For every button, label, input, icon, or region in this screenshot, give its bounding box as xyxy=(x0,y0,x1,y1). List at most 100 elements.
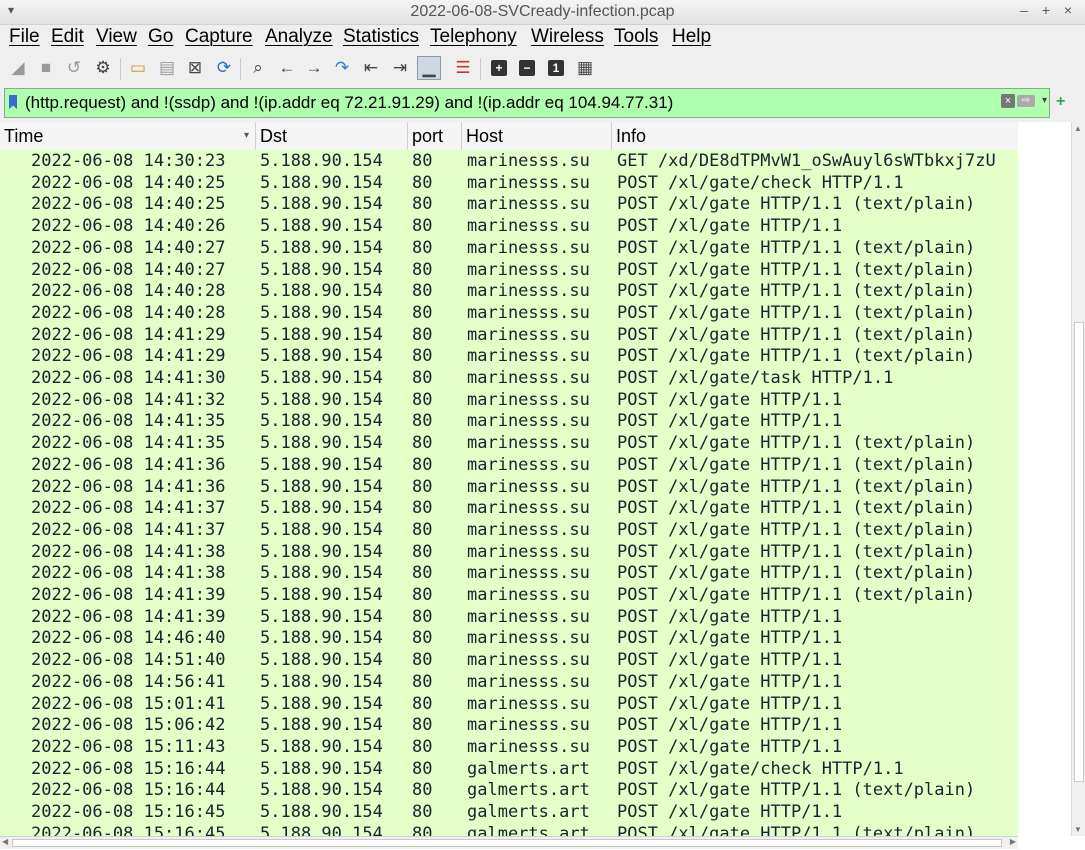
scroll-thumb[interactable] xyxy=(1074,322,1084,782)
maximize-icon[interactable]: + xyxy=(1035,2,1057,18)
display-filter-bar[interactable]: (http.request) and !(ssdp) and !(ip.addr… xyxy=(4,88,1050,118)
packet-row[interactable]: 2022-06-08 14:51:40 5.188.90.154 80 marines… xyxy=(0,649,1018,671)
packet-row[interactable]: 2022-06-08 14:41:29 5.188.90.154 80 marines… xyxy=(0,345,1018,367)
packet-row[interactable]: 2022-06-08 14:41:39 5.188.90.154 80 marines… xyxy=(0,584,1018,606)
vertical-scrollbar[interactable]: ▲ ▼ xyxy=(1071,122,1085,836)
menu-wireless[interactable]: Wireless xyxy=(531,26,604,48)
open-file-icon[interactable]: ▭ xyxy=(126,56,150,80)
scroll-up-icon[interactable]: ▲ xyxy=(1074,124,1082,133)
cell-host: marinesss.su xyxy=(467,693,590,714)
packet-row[interactable]: 2022-06-08 14:41:37 5.188.90.154 80 marines… xyxy=(0,519,1018,541)
display-filter-input[interactable]: (http.request) and !(ssdp) and !(ip.addr… xyxy=(25,93,673,113)
packet-row[interactable]: 2022-06-08 14:56:41 5.188.90.154 80 marines… xyxy=(0,671,1018,693)
normal-size-icon[interactable]: 1 xyxy=(544,56,568,80)
scroll-down-icon[interactable]: ▼ xyxy=(1074,825,1082,834)
auto-scroll-icon[interactable]: ▁ xyxy=(417,56,441,80)
cell-port: 80 xyxy=(412,368,433,388)
packet-row[interactable]: 2022-06-08 14:46:40 5.188.90.154 80 marines… xyxy=(0,627,1018,649)
go-forward-icon[interactable]: → xyxy=(302,56,326,80)
column-header-host[interactable]: Host xyxy=(462,122,612,150)
menu-capture[interactable]: Capture xyxy=(185,26,253,48)
column-header-port[interactable]: port xyxy=(408,122,462,150)
chevron-down-icon[interactable]: ▾ xyxy=(1042,95,1047,106)
menu-view[interactable]: View xyxy=(96,26,137,48)
packet-row[interactable]: 2022-06-08 14:41:32 5.188.90.154 80 marines… xyxy=(0,389,1018,411)
plus-icon[interactable]: + xyxy=(1056,93,1065,111)
cell-info: POST /xl/gate HTTP/1.1 xyxy=(617,216,843,237)
packet-row[interactable]: 2022-06-08 15:16:45 5.188.90.154 80 galmert… xyxy=(0,823,1018,836)
cell-dst: 5.188.90.154 xyxy=(260,780,383,801)
packet-row[interactable]: 2022-06-08 14:41:36 5.188.90.154 80 marines… xyxy=(0,454,1018,476)
scroll-left-icon[interactable]: ◀ xyxy=(2,837,8,846)
first-packet-icon[interactable]: ⇤ xyxy=(359,56,383,80)
menu-edit[interactable]: Edit xyxy=(51,26,84,48)
arrow-right-icon[interactable]: ⇨ xyxy=(1017,95,1035,107)
column-header-info[interactable]: Info xyxy=(612,122,1018,150)
menu-go[interactable]: Go xyxy=(148,26,173,48)
cell-info: POST /xl/gate HTTP/1.1 (text/plain) xyxy=(617,259,976,280)
packet-row[interactable]: 2022-06-08 14:41:38 5.188.90.154 80 marines… xyxy=(0,562,1018,584)
packet-row[interactable]: 2022-06-08 14:41:35 5.188.90.154 80 marines… xyxy=(0,432,1018,454)
column-header-dst[interactable]: Dst xyxy=(256,122,408,150)
find-packet-icon[interactable]: ⌕ xyxy=(246,56,270,80)
cell-dst: 5.188.90.154 xyxy=(260,281,383,302)
menu-tools[interactable]: Tools xyxy=(614,26,658,48)
menu-file[interactable]: File xyxy=(9,26,40,48)
zoom-in-icon[interactable]: + xyxy=(487,56,511,80)
packet-row[interactable]: 2022-06-08 14:41:35 5.188.90.154 80 marines… xyxy=(0,410,1018,432)
cell-info: GET /xd/DE8dTPMvW1_oSwAuyl6sWTbkxj7zU xyxy=(617,151,996,171)
menu-analyze[interactable]: Analyze xyxy=(265,26,333,48)
packet-row[interactable]: 2022-06-08 15:06:42 5.188.90.154 80 marines… xyxy=(0,714,1018,736)
packet-row[interactable]: 2022-06-08 14:41:30 5.188.90.154 80 marines… xyxy=(0,367,1018,389)
clear-icon[interactable]: × xyxy=(1001,94,1015,108)
last-packet-icon[interactable]: ⇥ xyxy=(388,56,412,80)
packet-row[interactable]: 2022-06-08 15:16:44 5.188.90.154 80 galmert… xyxy=(0,758,1018,780)
resize-columns-icon[interactable]: ▦ xyxy=(573,56,597,80)
cell-dst: 5.188.90.154 xyxy=(260,346,383,367)
stop-capture-icon[interactable]: ■ xyxy=(34,56,58,80)
zoom-out-icon[interactable]: − xyxy=(515,56,539,80)
packet-row[interactable]: 2022-06-08 14:40:27 5.188.90.154 80 marines… xyxy=(0,259,1018,281)
packet-row[interactable]: 2022-06-08 15:11:43 5.188.90.154 80 marines… xyxy=(0,736,1018,758)
menu-telephony[interactable]: Telephony xyxy=(430,26,517,48)
packet-row[interactable]: 2022-06-08 15:16:45 5.188.90.154 80 galmert… xyxy=(0,801,1018,823)
close-file-icon[interactable]: ⊠ xyxy=(183,56,207,80)
packet-row[interactable]: 2022-06-08 14:40:27 5.188.90.154 80 marines… xyxy=(0,237,1018,259)
packet-row[interactable]: 2022-06-08 14:41:36 5.188.90.154 80 marines… xyxy=(0,476,1018,498)
reload-file-icon[interactable]: ⟳ xyxy=(212,56,236,80)
packet-row[interactable]: 2022-06-08 14:40:28 5.188.90.154 80 marines… xyxy=(0,280,1018,302)
horizontal-scrollbar[interactable]: ◀ ▶ xyxy=(0,836,1018,849)
capture-options-icon[interactable]: ⚙ xyxy=(91,56,115,80)
packet-row[interactable]: 2022-06-08 14:41:38 5.188.90.154 80 marines… xyxy=(0,541,1018,563)
close-icon[interactable]: × xyxy=(1057,2,1079,18)
packet-row[interactable]: 2022-06-08 14:40:25 5.188.90.154 80 marines… xyxy=(0,193,1018,215)
menu-statistics[interactable]: Statistics xyxy=(343,26,419,48)
menu-help[interactable]: Help xyxy=(672,26,711,48)
save-file-icon[interactable]: ▤ xyxy=(155,56,179,80)
packet-row[interactable]: 2022-06-08 14:40:28 5.188.90.154 80 marines… xyxy=(0,302,1018,324)
restart-capture-icon[interactable]: ↺ xyxy=(62,56,86,80)
cell-dst: 5.188.90.154 xyxy=(260,324,383,345)
cell-info: POST /xl/gate HTTP/1.1 (text/plain) xyxy=(617,454,976,475)
start-capture-icon[interactable]: ◢ xyxy=(6,56,30,80)
packet-row[interactable]: 2022-06-08 14:41:29 5.188.90.154 80 marines… xyxy=(0,324,1018,346)
colorize-icon[interactable]: ☰ xyxy=(451,56,475,80)
cell-port: 80 xyxy=(412,802,433,822)
packet-row[interactable]: 2022-06-08 14:40:26 5.188.90.154 80 marines… xyxy=(0,215,1018,237)
packet-row[interactable]: 2022-06-08 14:41:37 5.188.90.154 80 marines… xyxy=(0,497,1018,519)
packet-row[interactable]: 2022-06-08 14:40:25 5.188.90.154 80 marines… xyxy=(0,172,1018,194)
packet-row[interactable]: 2022-06-08 14:41:39 5.188.90.154 80 marines… xyxy=(0,606,1018,628)
cell-port: 80 xyxy=(412,216,433,237)
scroll-right-icon[interactable]: ▶ xyxy=(1010,837,1016,846)
go-back-icon[interactable]: ← xyxy=(275,56,299,80)
packet-row[interactable]: 2022-06-08 15:01:41 5.188.90.154 80 marines… xyxy=(0,693,1018,715)
minimize-icon[interactable]: – xyxy=(1013,2,1035,18)
go-to-packet-icon[interactable]: ↷ xyxy=(330,56,354,80)
scroll-thumb[interactable] xyxy=(12,839,1002,847)
main-toolbar: ◢ ■ ↺ ⚙ ▭ ▤ ⊠ ⟳ ⌕ ← → ↷ ⇤ ⇥ ▁ ☰ + − 1 ▦ xyxy=(0,52,1085,84)
packet-row[interactable]: 2022-06-08 15:16:44 5.188.90.154 80 galmert… xyxy=(0,779,1018,801)
packet-row[interactable]: 2022-06-08 14:30:23 5.188.90.154 80 marines… xyxy=(0,150,1018,172)
column-header-time[interactable]: Time ▾ xyxy=(0,122,256,150)
cell-host: marinesss.su xyxy=(467,585,590,605)
bookmark-icon[interactable] xyxy=(9,95,17,109)
